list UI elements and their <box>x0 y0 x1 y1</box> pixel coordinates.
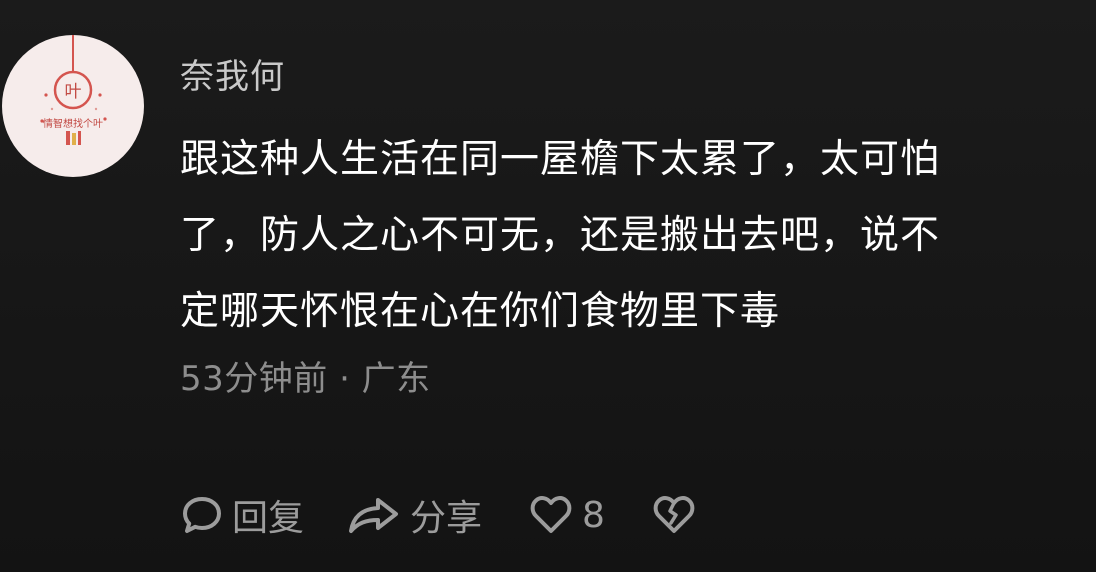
share-label: 分享 <box>410 498 483 539</box>
comment-text-line: 了，防人之心不可无，还是搬出去吧，说不 <box>180 213 941 258</box>
like-button[interactable]: 8 <box>528 493 605 537</box>
avatar-lantern-icon: 叶 情智想找个叶 <box>40 35 107 145</box>
comment-meta: 53分钟前 · 广东 <box>180 359 431 399</box>
reply-label: 回复 <box>232 498 305 539</box>
comment-bubble-icon <box>183 497 221 533</box>
dislike-button[interactable] <box>651 493 697 537</box>
comment-content: 奈我何 跟这种人生活在同一屋檐下太累了，太可怕 了，防人之心不可无，还是搬出去吧… <box>180 52 1080 404</box>
avatar[interactable]: 叶 情智想找个叶 <box>2 35 144 177</box>
username[interactable]: 奈我何 <box>180 52 1080 102</box>
comment-card: 叶 情智想找个叶 奈我何 跟这种人生活在同一屋檐下太累了，太可怕 了，防人之心不… <box>0 0 1096 572</box>
share-arrow-icon <box>349 498 399 533</box>
comment-text-line: 定哪天怀恨在心在你们食物里下毒 <box>180 289 781 334</box>
comment-actions: 回复 分享 8 <box>180 487 697 543</box>
like-count: 8 <box>582 494 605 536</box>
avatar-glyph: 叶 <box>65 82 82 102</box>
comment-text-line: 跟这种人生活在同一屋檐下太累了，太可怕 <box>180 137 941 182</box>
comment-text: 跟这种人生活在同一屋檐下太累了，太可怕 了，防人之心不可无，还是搬出去吧，说不 … <box>180 122 1070 350</box>
avatar-caption: 情智想找个叶 <box>43 117 103 130</box>
broken-heart-icon <box>653 496 695 533</box>
share-button[interactable]: 分享 <box>346 489 482 541</box>
heart-icon <box>530 496 572 533</box>
reply-button[interactable]: 回复 <box>180 489 304 541</box>
